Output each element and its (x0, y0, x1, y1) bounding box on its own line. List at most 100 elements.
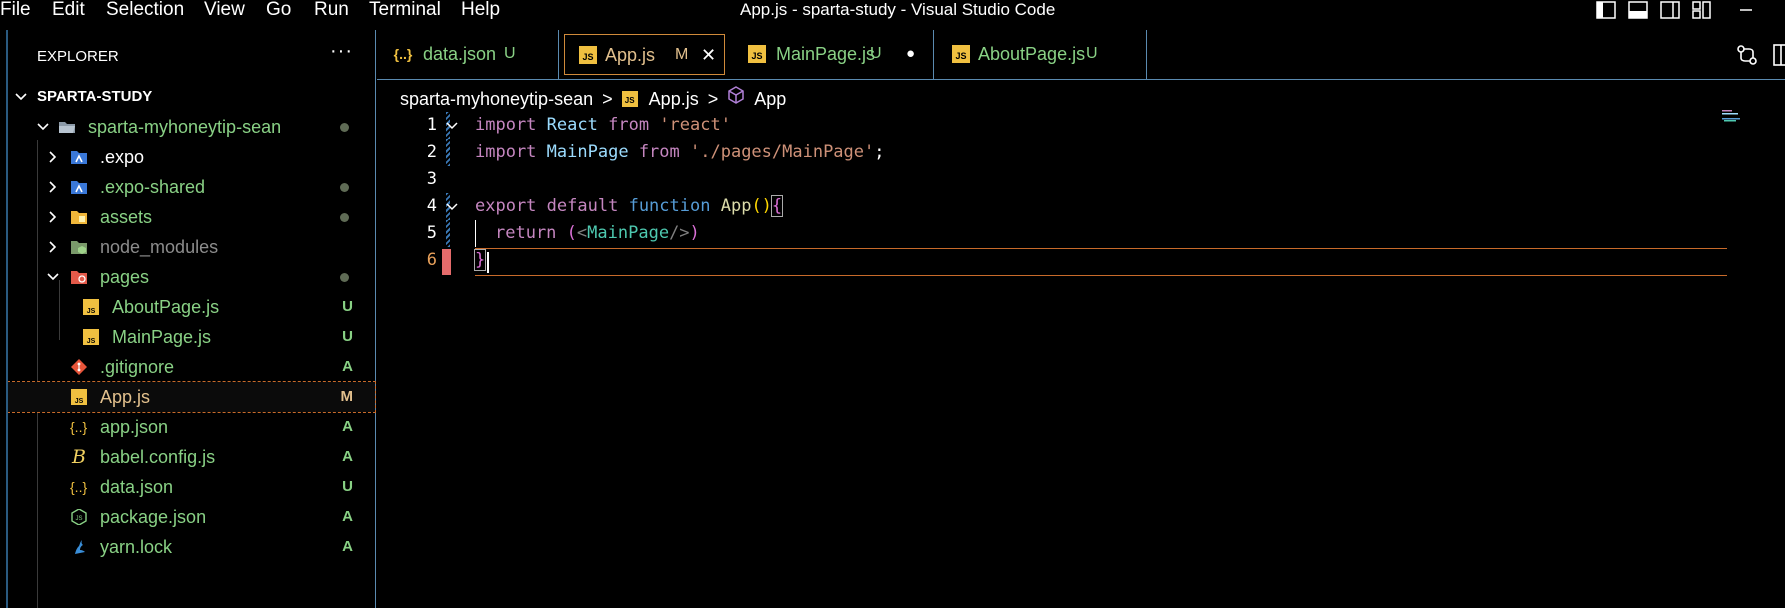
tree-item-label: assets (100, 207, 153, 227)
file-aboutpage-js[interactable]: JS AboutPage.js U (8, 292, 375, 322)
activity-bar-edge (6, 30, 8, 608)
editor-tab-bar: {..} data.json U JS App.js M ✕ JS MainPa… (377, 30, 1785, 80)
customize-layout-icon[interactable] (1692, 1, 1712, 19)
modified-dot (340, 213, 349, 222)
split-editor-icon[interactable] (1773, 44, 1785, 66)
breadcrumb-separator: > (707, 89, 719, 110)
line-number: 6 (426, 250, 437, 270)
folder-pages[interactable]: pages (8, 262, 375, 292)
toggle-secondary-sidebar-icon[interactable] (1660, 1, 1680, 19)
menu-selection[interactable]: Selection (106, 0, 184, 20)
breadcrumb-symbol[interactable]: App (754, 87, 786, 111)
tab-app-js[interactable]: JS App.js M ✕ (564, 34, 725, 75)
jsx-tag: MainPage (587, 223, 670, 243)
string-literal: './pages/MainPage' (690, 142, 875, 162)
file-gitignore[interactable]: .gitignore A (8, 352, 375, 382)
identifier: MainPage (546, 142, 629, 162)
keyword: from (608, 115, 650, 135)
keyword: export (475, 196, 537, 216)
expo-folder-icon (71, 151, 87, 164)
punctuation: < (576, 223, 588, 243)
git-status-badge: A (342, 448, 353, 465)
chevron-down-icon (36, 112, 50, 142)
git-status-badge: U (870, 45, 882, 62)
folder-expo[interactable]: .expo (8, 142, 375, 172)
compare-changes-icon[interactable] (1736, 44, 1758, 66)
file-babel-config-js[interactable]: B babel.config.js A (8, 442, 375, 472)
tree-item-label: yarn.lock (100, 537, 173, 557)
tab-data-json[interactable]: {..} data.json U (377, 30, 559, 79)
code-editor[interactable]: 1 2 3 4 5 6 import React from 'react' im… (377, 110, 1785, 608)
file-app-json[interactable]: {..} app.json A (8, 412, 375, 442)
git-change-marker[interactable] (446, 220, 450, 247)
chevron-right-icon (46, 202, 60, 232)
punctuation: () (751, 196, 772, 216)
javascript-file-icon: JS (71, 389, 87, 405)
toggle-primary-sidebar-icon[interactable] (1596, 1, 1616, 19)
breadcrumb-folder[interactable]: sparta-myhoneytip-sean (400, 87, 593, 111)
breadcrumb-file[interactable]: App.js (649, 87, 699, 111)
file-data-json[interactable]: {..} data.json U (8, 472, 375, 502)
close-tab-icon[interactable]: ✕ (701, 35, 716, 75)
git-change-marker[interactable] (442, 249, 451, 275)
svg-text:JS: JS (75, 398, 84, 405)
text-cursor (487, 252, 489, 273)
minimize-icon[interactable] (1736, 1, 1756, 19)
tab-aboutpage-js[interactable]: JS AboutPage.js U (934, 30, 1147, 79)
breadcrumb-separator: > (602, 89, 613, 110)
file-package-json[interactable]: JS package.json A (8, 502, 375, 532)
javascript-file-icon: JS (621, 91, 638, 108)
code-line: import MainPage from './pages/MainPage'; (475, 139, 885, 166)
git-status-badge: U (342, 478, 353, 495)
folder-sparta-myhoneytip-sean[interactable]: sparta-myhoneytip-sean (8, 112, 375, 142)
minimap[interactable] (1722, 110, 1767, 124)
keyword: function (628, 196, 711, 216)
tree-item-label: babel.config.js (100, 447, 216, 467)
tree-item-label: data.json (100, 477, 174, 497)
javascript-file-icon: JS (748, 45, 766, 63)
menu-file[interactable]: File (0, 0, 31, 20)
menu-run[interactable]: Run (314, 0, 349, 20)
git-icon (71, 359, 87, 375)
fold-chevron-icon[interactable] (445, 200, 459, 214)
fold-chevron-icon[interactable] (445, 119, 459, 133)
json-file-icon: {..} (70, 419, 88, 435)
more-actions-icon[interactable]: ··· (330, 40, 353, 63)
toggle-panel-icon[interactable] (1628, 1, 1648, 19)
tree-item-label: .expo-shared (100, 177, 206, 197)
git-status-badge: M (340, 388, 354, 405)
unsaved-dot-icon[interactable]: ● (906, 30, 915, 78)
line-number: 2 (426, 142, 437, 162)
menu-go[interactable]: Go (266, 0, 291, 20)
matched-brace: } (473, 249, 487, 271)
menu-terminal[interactable]: Terminal (369, 0, 441, 20)
folder-node-modules[interactable]: node_modules (8, 232, 375, 262)
tab-label: AboutPage.js (978, 44, 1086, 64)
file-yarn-lock[interactable]: yarn.lock A (8, 532, 375, 562)
chevron-right-icon (46, 232, 60, 262)
menu-view[interactable]: View (204, 0, 245, 20)
git-status-badge: A (342, 418, 353, 435)
line-number: 4 (426, 196, 437, 216)
file-mainpage-js[interactable]: JS MainPage.js U (8, 322, 375, 352)
title-bar: File Edit Selection View Go Run Terminal… (0, 0, 1785, 22)
folder-expo-shared[interactable]: .expo-shared (8, 172, 375, 202)
git-status-badge: U (342, 298, 353, 315)
nodejs-icon: JS (71, 509, 87, 525)
punctuation: ( (566, 223, 577, 243)
git-status-badge: U (1086, 45, 1098, 62)
string-literal: 'react' (659, 115, 731, 135)
menu-edit[interactable]: Edit (52, 0, 85, 20)
tab-mainpage-js[interactable]: JS MainPage.js U ● (730, 30, 934, 79)
svg-text:JS: JS (75, 516, 82, 522)
code-line: import React from 'react' (475, 112, 731, 139)
javascript-file-icon: JS (83, 329, 99, 345)
tab-label: data.json (423, 44, 497, 64)
file-app-js[interactable]: JS App.js M (7, 381, 376, 413)
menu-help[interactable]: Help (461, 0, 500, 20)
git-change-marker[interactable] (446, 139, 450, 166)
folder-assets[interactable]: assets (8, 202, 375, 232)
line-number: 1 (426, 115, 437, 135)
workspace-root[interactable]: SPARTA-STUDY (8, 82, 375, 112)
punctuation: ; (874, 142, 885, 162)
